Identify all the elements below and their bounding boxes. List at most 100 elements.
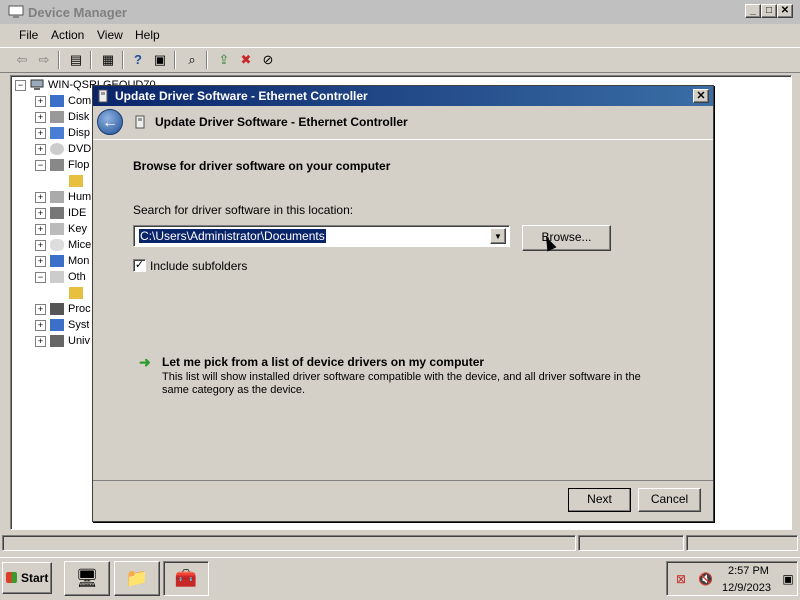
tree-item[interactable]: + IDE (35, 207, 86, 223)
close-button[interactable]: ✕ (777, 4, 793, 18)
pick-from-list-link[interactable]: Let me pick from a list of device driver… (162, 355, 484, 369)
path-combobox[interactable]: C:\Users\Administrator\Documents ▼ (133, 225, 510, 247)
show-desktop-icon[interactable]: ▣ (781, 572, 795, 586)
explorer-taskbar-icon[interactable]: 📁 (114, 561, 160, 596)
tree-subitem[interactable] (69, 175, 87, 191)
tree-item[interactable]: − Oth (35, 271, 86, 287)
dialog-title: Update Driver Software - Ethernet Contro… (115, 89, 368, 103)
collapse-icon[interactable]: − (15, 79, 26, 91)
disk-drive-icon (50, 111, 64, 124)
tree-item[interactable]: + Com (35, 95, 91, 111)
mouse-icon (50, 239, 64, 252)
ethernet-device-icon (97, 89, 109, 103)
toolbar-separator (206, 51, 208, 69)
tree-item-label: Disp (68, 127, 91, 139)
tree-item[interactable]: + Syst (35, 319, 89, 335)
usb-icon (50, 335, 64, 348)
back-button[interactable]: ← (97, 109, 123, 135)
tree-item-label: Syst (68, 319, 90, 331)
tree-item-label: Oth (68, 271, 86, 283)
tree-item[interactable]: + Hum (35, 191, 91, 207)
tree-item-label: Key (68, 223, 87, 235)
network-disconnected-icon[interactable]: ⊠ (674, 572, 688, 586)
green-arrow-icon[interactable]: ➜ (139, 354, 151, 371)
device-manager-app-icon (8, 5, 24, 19)
expand-icon[interactable]: + (35, 191, 46, 203)
tree-item-label: DVD (68, 143, 92, 155)
toolbar-separator (122, 51, 124, 69)
expand-icon[interactable]: + (35, 207, 46, 219)
toolbar-separator (90, 51, 92, 69)
next-button[interactable]: Next (568, 488, 631, 512)
tree-item-label: Disk (68, 111, 90, 123)
expand-icon[interactable]: + (35, 143, 46, 155)
include-subfolders-label[interactable]: Include subfolders (150, 259, 247, 273)
properties-icon[interactable]: ▦ (98, 50, 118, 70)
chevron-down-icon[interactable]: ▼ (490, 228, 506, 244)
console-tree-icon[interactable]: ▤ (66, 50, 86, 70)
expand-icon[interactable]: + (35, 239, 46, 251)
window-title: Device Manager (28, 5, 127, 20)
menu-file[interactable]: File (19, 28, 38, 42)
path-input-value[interactable]: C:\Users\Administrator\Documents (139, 229, 326, 243)
include-subfolders-checkbox[interactable]: ✓ (133, 259, 146, 272)
back-arrow-icon[interactable]: ⇦ (12, 50, 32, 70)
minimize-button[interactable]: _ (745, 4, 761, 18)
scan-hardware-icon[interactable]: ⌕ (182, 50, 202, 70)
tree-item[interactable]: + Disp (35, 127, 90, 143)
tree-item[interactable]: + Univ (35, 335, 90, 351)
expand-icon[interactable]: + (35, 127, 46, 139)
status-cell (578, 535, 684, 551)
menu-view[interactable]: View (97, 28, 123, 42)
collapse-icon[interactable]: − (35, 159, 46, 171)
tree-item-label: Com (68, 95, 92, 107)
expand-icon[interactable]: + (35, 223, 46, 235)
device-manager-taskbar-icon[interactable]: 🧰 (163, 561, 209, 596)
tree-item[interactable]: − Flop (35, 159, 89, 175)
tree-item[interactable]: + Proc (35, 303, 91, 319)
menu-help[interactable]: Help (135, 28, 160, 42)
forward-arrow-icon[interactable]: ⇨ (34, 50, 54, 70)
tree-item[interactable]: + Mon (35, 255, 89, 271)
expand-icon[interactable]: + (35, 255, 46, 267)
browse-button[interactable]: Browse... (522, 225, 611, 251)
uninstall-icon[interactable]: ✖ (236, 50, 256, 70)
dialog-content (93, 139, 713, 481)
warning-device-icon (69, 175, 83, 188)
tree-subitem[interactable] (69, 287, 87, 303)
menu-action[interactable]: Action (51, 28, 84, 42)
dialog-close-button[interactable]: ✕ (693, 89, 709, 103)
clock-time[interactable]: 2:57 PM (728, 565, 769, 577)
tree-item[interactable]: + DVD (35, 143, 91, 159)
collapse-icon[interactable]: − (35, 271, 46, 283)
dvd-drive-icon (50, 143, 64, 156)
system-devices-icon (50, 319, 64, 332)
expand-icon[interactable]: + (35, 335, 46, 347)
tree-item[interactable]: + Key (35, 223, 87, 239)
pick-from-list-description: This list will show installed driver sof… (162, 371, 641, 396)
keyboard-icon (50, 223, 64, 236)
expand-icon[interactable]: + (35, 303, 46, 315)
warning-device-icon (69, 287, 83, 300)
tree-item-label: IDE (68, 207, 87, 219)
expand-icon[interactable]: + (35, 111, 46, 123)
page-heading: Browse for driver software on your compu… (133, 159, 391, 173)
toolbar-separator (174, 51, 176, 69)
volume-muted-icon[interactable]: 🔇 (698, 572, 713, 586)
server-manager-taskbar-icon[interactable]: 🖥 (64, 561, 110, 596)
update-driver-icon[interactable]: ⇪ (214, 50, 234, 70)
tree-item[interactable]: + Mice (35, 239, 91, 255)
tree-item-label: Hum (68, 191, 92, 203)
tree-item-label: Proc (68, 303, 91, 315)
cancel-button[interactable]: Cancel (638, 488, 701, 512)
expand-icon[interactable]: + (35, 319, 46, 331)
status-cell (2, 535, 576, 551)
update-driver-dialog: Update Driver Software - Ethernet Contro… (92, 85, 714, 522)
help-icon[interactable]: ? (128, 50, 148, 70)
expand-icon[interactable]: + (35, 95, 46, 107)
tree-item[interactable]: + Disk (35, 111, 89, 127)
clock-date[interactable]: 12/9/2023 (722, 582, 771, 594)
disable-device-icon[interactable]: ⊘ (258, 50, 278, 70)
show-hide-pane-icon[interactable]: ▣ (150, 50, 170, 70)
maximize-button[interactable]: □ (761, 4, 777, 18)
